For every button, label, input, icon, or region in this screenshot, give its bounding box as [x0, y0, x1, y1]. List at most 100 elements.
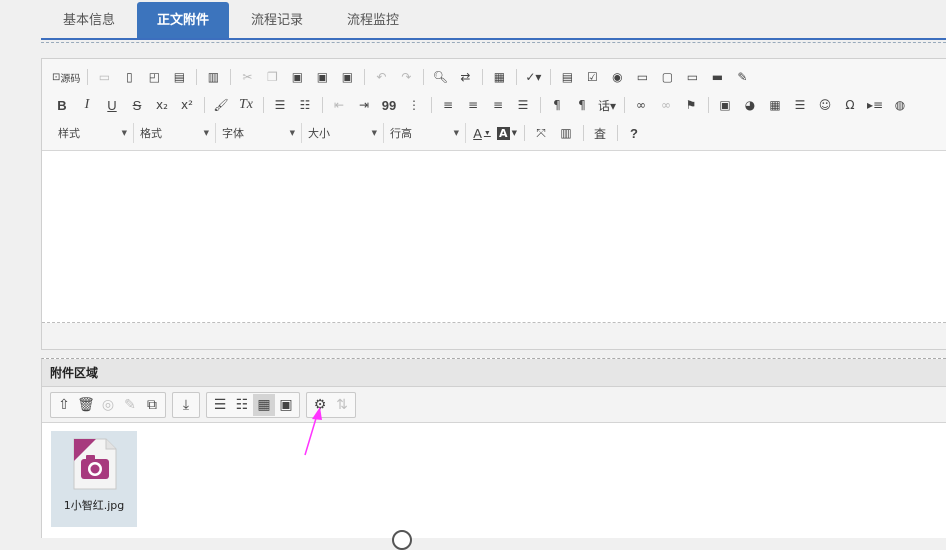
- toolbar-separator: [617, 125, 618, 141]
- copy-format-icon[interactable]: 🖌︎: [211, 95, 231, 115]
- special-char-button[interactable]: Ω: [840, 95, 860, 115]
- help-button[interactable]: ?: [624, 123, 644, 143]
- editor-content-area[interactable]: [42, 151, 946, 323]
- superscript-button[interactable]: x²: [177, 95, 197, 115]
- source-button[interactable]: ⊡ 源码: [52, 67, 80, 87]
- unlink-icon[interactable]: ∞: [656, 95, 676, 115]
- flash-icon[interactable]: ◕: [740, 95, 760, 115]
- blockquote-button[interactable]: 99: [379, 95, 399, 115]
- tab-process-record[interactable]: 流程记录: [229, 2, 325, 38]
- sort-icon[interactable]: ⇅: [331, 394, 353, 416]
- format-dropdown[interactable]: 格式 ▼: [134, 123, 216, 143]
- clear-format-button[interactable]: Tx: [236, 95, 256, 115]
- paste-text-icon[interactable]: ▣: [312, 67, 332, 87]
- strike-button[interactable]: S: [127, 95, 147, 115]
- font-color-button[interactable]: A ▼: [472, 123, 492, 143]
- textarea-icon[interactable]: ▢: [657, 67, 677, 87]
- bold-button[interactable]: B: [52, 95, 72, 115]
- word-check-icon[interactable]: 査: [590, 123, 610, 143]
- size-dropdown[interactable]: 大小 ▼: [302, 123, 384, 143]
- rtl-icon[interactable]: ¶: [572, 95, 592, 115]
- view-icon[interactable]: ◎: [97, 394, 119, 416]
- image-icon[interactable]: ▣: [715, 95, 735, 115]
- download-icon[interactable]: ⤓: [175, 394, 197, 416]
- checkbox-icon[interactable]: ☑: [582, 67, 602, 87]
- scroll-handle-icon[interactable]: [392, 530, 412, 550]
- font-dropdown[interactable]: 字体 ▼: [216, 123, 302, 143]
- anchor-flag-icon[interactable]: ⚑: [681, 95, 701, 115]
- line-height-dropdown[interactable]: 行高 ▼: [384, 123, 466, 143]
- select-field-icon[interactable]: ▭: [682, 67, 702, 87]
- chevron-down-icon: ▼: [121, 129, 127, 137]
- align-justify-icon[interactable]: ☰: [513, 95, 533, 115]
- button-field-icon[interactable]: ▬: [707, 67, 727, 87]
- italic-button[interactable]: I: [77, 95, 97, 115]
- annotation-arrow-icon: [304, 407, 322, 456]
- preview-icon[interactable]: ◰: [144, 67, 164, 87]
- edit-icon[interactable]: ✎: [119, 394, 141, 416]
- print-icon[interactable]: ▤: [169, 67, 189, 87]
- tab-body-attachments[interactable]: 正文附件: [137, 2, 230, 38]
- delete-icon[interactable]: 🗑︎: [75, 394, 97, 416]
- ltr-icon[interactable]: ¶: [547, 95, 567, 115]
- form-icon[interactable]: ▤: [557, 67, 577, 87]
- language-icon[interactable]: 话▾: [597, 95, 617, 115]
- outdent-icon[interactable]: ⇤: [329, 95, 349, 115]
- radio-icon[interactable]: ◉: [607, 67, 627, 87]
- page-break-icon[interactable]: ▸≡: [865, 95, 885, 115]
- link-icon[interactable]: ∞: [631, 95, 651, 115]
- paste-word-icon[interactable]: ▣: [337, 67, 357, 87]
- tab-basic-info[interactable]: 基本信息: [41, 2, 137, 38]
- save-icon[interactable]: ▭: [94, 67, 114, 87]
- grid-view-icon[interactable]: ▦: [253, 393, 275, 416]
- align-left-icon[interactable]: ≡: [438, 95, 458, 115]
- show-blocks-icon[interactable]: ▥: [556, 123, 576, 143]
- bg-color-label: A: [497, 126, 510, 140]
- view-mode-group: ☰ ☷ ▦ ▣: [206, 391, 300, 418]
- template-icon[interactable]: ▥: [203, 67, 223, 87]
- thumbnail-view-icon[interactable]: ▣: [275, 394, 297, 416]
- paste-icon[interactable]: ▣: [287, 67, 307, 87]
- hidden-field-icon[interactable]: ✎: [732, 67, 752, 87]
- rename-icon[interactable]: ⧉: [141, 394, 163, 416]
- line-height-dropdown-label: 行高: [390, 127, 412, 140]
- file-item[interactable]: 1小智红.jpg: [51, 431, 137, 527]
- align-right-icon[interactable]: ≡: [488, 95, 508, 115]
- rich-text-editor: ⊡ 源码 ▭ ▯ ◰ ▤ ▥ ✂ ❐ ▣ ▣ ▣ ↶ ↷ 🔍︎ ⇄ ▦ ✓▾ ▤…: [41, 58, 946, 350]
- style-dropdown[interactable]: 样式 ▼: [52, 123, 134, 143]
- copy-icon[interactable]: ❐: [262, 67, 282, 87]
- select-all-icon[interactable]: ▦: [489, 67, 509, 87]
- tab-process-monitor[interactable]: 流程监控: [325, 2, 421, 38]
- new-page-icon[interactable]: ▯: [119, 67, 139, 87]
- upload-icon[interactable]: ⇧: [53, 394, 75, 416]
- detail-view-icon[interactable]: ☷: [231, 394, 253, 416]
- file-actions-group: ⇧ 🗑︎ ◎ ✎ ⧉: [50, 391, 166, 418]
- table-icon[interactable]: ▦: [765, 95, 785, 115]
- numbered-list-icon[interactable]: ☰: [270, 95, 290, 115]
- maximize-icon[interactable]: ⤧: [531, 123, 551, 143]
- indent-icon[interactable]: ⇥: [354, 95, 374, 115]
- cut-icon[interactable]: ✂: [237, 67, 257, 87]
- subscript-button[interactable]: x₂: [152, 95, 172, 115]
- div-container-icon[interactable]: ⋮: [404, 95, 424, 115]
- undo-icon[interactable]: ↶: [371, 67, 391, 87]
- chevron-down-icon: ▼: [371, 129, 377, 137]
- horizontal-rule-icon[interactable]: ☰: [790, 95, 810, 115]
- chevron-down-icon: ▼: [289, 129, 295, 137]
- list-view-icon[interactable]: ☰: [209, 394, 231, 416]
- align-center-icon[interactable]: ≡: [463, 95, 483, 115]
- smiley-icon[interactable]: ☺: [815, 95, 835, 115]
- spellcheck-icon[interactable]: ✓▾: [523, 67, 543, 87]
- editor-resize-bar[interactable]: [42, 323, 946, 349]
- toolbar-separator: [87, 69, 89, 85]
- replace-icon[interactable]: ⇄: [455, 67, 475, 87]
- redo-icon[interactable]: ↷: [396, 67, 416, 87]
- find-icon[interactable]: 🔍︎: [430, 67, 450, 87]
- bg-color-button[interactable]: A ▼: [497, 123, 517, 143]
- textfield-icon[interactable]: ▭: [632, 67, 652, 87]
- bulleted-list-icon[interactable]: ☷: [295, 95, 315, 115]
- editor-toolbar: ⊡ 源码 ▭ ▯ ◰ ▤ ▥ ✂ ❐ ▣ ▣ ▣ ↶ ↷ 🔍︎ ⇄ ▦ ✓▾ ▤…: [42, 59, 946, 151]
- toolbar-row-2: B I U S x₂ x² 🖌︎ Tx ☰ ☷ ⇤ ⇥ 99 ⋮ ≡ ≡ ≡ ☰…: [52, 91, 946, 119]
- underline-button[interactable]: U: [102, 95, 122, 115]
- iframe-icon[interactable]: ◍: [890, 95, 910, 115]
